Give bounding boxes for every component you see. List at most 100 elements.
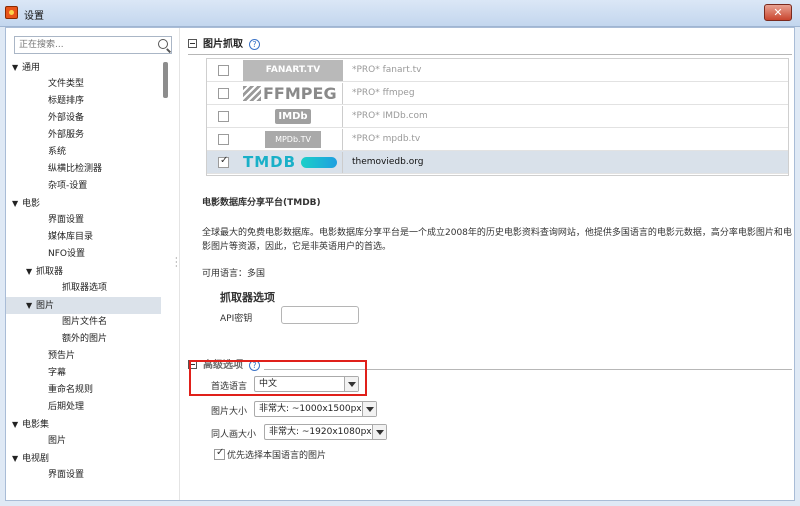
sidebar-item[interactable]: ▼ 电视剧 <box>6 450 161 467</box>
scraper-name: *PRO* IMDb.com <box>352 111 428 121</box>
sidebar-item[interactable]: 纵横比检测器 <box>6 161 161 178</box>
search-icon[interactable] <box>158 39 168 49</box>
title-bar: 设置 ✕ <box>0 0 800 27</box>
scraper-logo: FFMPEG <box>243 83 343 104</box>
scraper-logo: FANART.TV <box>243 60 343 81</box>
poster-size-label: 图片大小 <box>211 407 248 417</box>
scraper-logo-text: FANART.TV <box>265 65 321 75</box>
sidebar-item-label: 外部设备 <box>48 113 85 123</box>
fanart-size-value: 非常大: ~1920x1080px <box>269 427 372 437</box>
ffmpeg-logo: FFMPEG <box>243 83 343 104</box>
mpdb-logo: MPDb.TV <box>265 131 321 148</box>
scraper-row[interactable]: IMDb *PRO* IMDb.com <box>207 105 788 128</box>
sidebar-item[interactable]: 标题排序 <box>6 93 161 110</box>
sidebar-item-label: 电影 <box>22 199 41 209</box>
sidebar-item-label: 抓取器 <box>36 267 64 277</box>
scraper-description: 全球最大的免费电影数据库。电影数据库分享平台是一个成立2008年的历史电影资料查… <box>202 228 792 252</box>
prefer-language-label: 优先选择本国语言的图片 <box>227 451 327 461</box>
sidebar-item[interactable]: 外部设备 <box>6 110 161 127</box>
sidebar-item[interactable]: 重命名规则 <box>6 382 161 399</box>
sidebar-item[interactable]: 媒体库目录 <box>6 229 161 246</box>
expand-arrow-icon[interactable]: ▼ <box>12 450 22 467</box>
expand-arrow-icon[interactable]: ▼ <box>12 416 22 433</box>
sidebar-item[interactable]: ▼ 抓取器 <box>6 263 161 280</box>
sidebar-item-label: 界面设置 <box>48 215 85 225</box>
scraper-name: themoviedb.org <box>352 157 424 167</box>
sidebar-item-label: 电视剧 <box>22 454 50 464</box>
close-button[interactable]: ✕ <box>764 4 792 21</box>
expand-arrow-icon[interactable]: ▼ <box>26 263 36 280</box>
divider <box>188 54 792 55</box>
sidebar-item[interactable]: ▼ 通用 <box>6 59 161 76</box>
sidebar-item-label: 字幕 <box>48 368 67 378</box>
scraper-logo-text: IMDb <box>278 111 308 122</box>
sidebar-item-label: 文件类型 <box>48 79 85 89</box>
sidebar-item[interactable]: 额外的图片 <box>6 331 161 348</box>
sidebar-item[interactable]: NFO设置 <box>6 246 161 263</box>
splitter-grip-icon: · · · <box>175 254 178 271</box>
poster-size-select[interactable]: 非常大: ~1000x1500px <box>254 401 377 417</box>
sidebar-item[interactable]: 字幕 <box>6 365 161 382</box>
scraper-list: FANART.TV *PRO* fanart.tv FFMPEG *PRO* ffmp… <box>206 58 789 176</box>
sidebar-item-label: 标题排序 <box>48 96 85 106</box>
sidebar-item[interactable]: 界面设置 <box>6 467 161 484</box>
chevron-down-icon[interactable] <box>362 402 376 416</box>
scraper-checkbox[interactable] <box>218 88 229 99</box>
poster-size-value: 非常大: ~1000x1500px <box>259 404 362 414</box>
chevron-down-icon[interactable] <box>372 425 386 439</box>
scraper-title: 电影数据库分享平台(TMDB) <box>202 198 321 208</box>
sidebar-item-label: 预告片 <box>48 351 76 361</box>
imdb-logo: IMDb <box>275 109 311 124</box>
scraper-checkbox[interactable] <box>218 134 229 145</box>
scraper-logo-text: FFMPEG <box>263 84 337 103</box>
sidebar-item[interactable]: 预告片 <box>6 348 161 365</box>
scraper-row[interactable]: FFMPEG *PRO* ffmpeg <box>207 82 788 105</box>
expand-arrow-icon[interactable]: ▼ <box>26 297 36 314</box>
main-panel: 图片抓取? FANART.TV *PRO* fanart.tv FFMPEG *PRO… <box>184 28 794 500</box>
sidebar-item[interactable]: ▼ 图片 <box>6 297 161 314</box>
sidebar-item[interactable]: 系统 <box>6 144 161 161</box>
search-input[interactable] <box>15 37 145 53</box>
sidebar-item[interactable]: 图片文件名 <box>6 314 161 331</box>
sidebar-item-label: 电影集 <box>22 420 50 430</box>
api-key-label: API密钥 <box>220 314 253 324</box>
scraper-checkbox[interactable] <box>218 155 229 168</box>
fanart-size-select[interactable]: 非常大: ~1920x1080px <box>264 424 387 440</box>
sidebar-item[interactable]: 抓取器选项 <box>6 280 161 297</box>
fanart-size-label: 同人画大小 <box>211 430 257 440</box>
pane-splitter[interactable]: · · · <box>174 28 180 500</box>
api-key-input[interactable] <box>281 306 359 324</box>
sidebar-item-label: 重命名规则 <box>48 385 94 395</box>
tmdb-logo: TMDB <box>243 152 343 173</box>
sidebar-scroll-thumb[interactable] <box>163 62 168 98</box>
sidebar-item[interactable]: 界面设置 <box>6 212 161 229</box>
sidebar-item[interactable]: 文件类型 <box>6 76 161 93</box>
prefer-language-checkbox[interactable] <box>214 447 225 460</box>
collapse-icon[interactable] <box>188 39 197 48</box>
sidebar-scrollbar[interactable] <box>163 59 169 499</box>
sidebar-item-label: 系统 <box>48 147 67 157</box>
scraper-checkbox[interactable] <box>218 65 229 76</box>
sidebar-item[interactable]: 后期处理 <box>6 399 161 416</box>
sidebar-item[interactable]: 外部服务 <box>6 127 161 144</box>
sidebar-item-label: 图片 <box>48 436 67 446</box>
prefer-language-option[interactable]: 优先选择本国语言的图片 <box>214 447 327 461</box>
expand-arrow-icon[interactable]: ▼ <box>12 195 22 212</box>
sidebar-item[interactable]: 图片 <box>6 433 161 450</box>
sidebar-item[interactable]: ▼ 电影 <box>6 195 161 212</box>
search-box[interactable] <box>14 36 172 54</box>
sidebar-item-label: 图片 <box>36 301 55 311</box>
sidebar-item[interactable]: ▼ 电影集 <box>6 416 161 433</box>
scraper-row[interactable]: FANART.TV *PRO* fanart.tv <box>207 59 788 82</box>
scraper-row[interactable]: MPDb.TV *PRO* mpdb.tv <box>207 128 788 151</box>
artwork-section-heading: 图片抓取? <box>188 37 260 53</box>
sidebar: ▼通用文件类型标题排序外部设备外部服务系统纵横比检测器杂项-设置▼电影界面设置媒… <box>6 28 173 500</box>
fanart-logo: FANART.TV <box>243 60 343 81</box>
sidebar-item[interactable]: 杂项-设置 <box>6 178 161 195</box>
help-icon[interactable]: ? <box>249 39 260 50</box>
expand-arrow-icon[interactable]: ▼ <box>12 59 22 76</box>
scraper-checkbox[interactable] <box>218 111 229 122</box>
window-title: 设置 <box>24 11 44 22</box>
ffmpeg-mark-icon <box>243 86 261 101</box>
scraper-row[interactable]: TMDB themoviedb.org <box>207 151 788 174</box>
